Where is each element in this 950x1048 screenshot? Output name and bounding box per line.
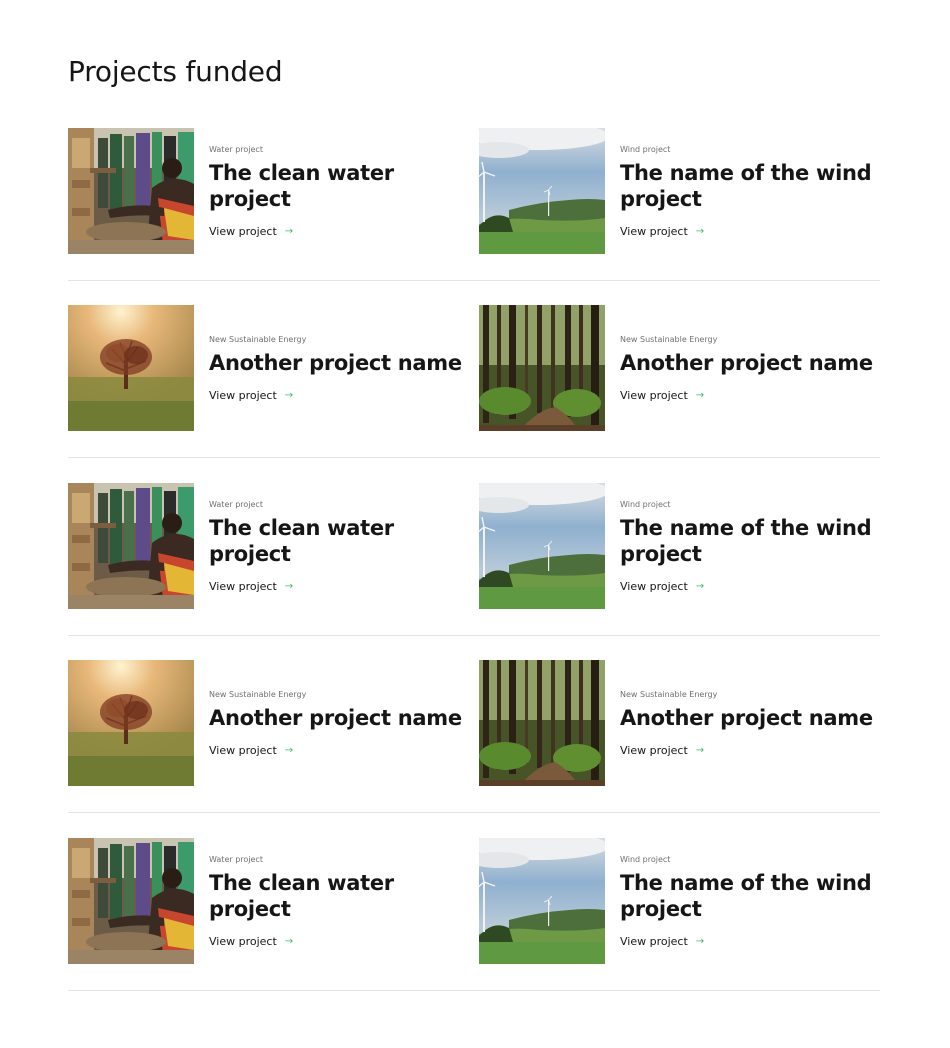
project-image[interactable] — [68, 305, 194, 431]
project-name: The clean water project — [209, 160, 394, 211]
view-project-link[interactable]: View project → — [209, 935, 293, 949]
project-category: Wind project — [620, 854, 671, 864]
project-card: New Sustainable Energy Another project na… — [68, 305, 469, 431]
arrow-right-icon: → — [284, 580, 294, 592]
view-project-label: View project — [209, 579, 277, 593]
project-card: New Sustainable Energy Another project na… — [479, 660, 880, 786]
project-row: Water project The clean water project View… — [68, 128, 880, 281]
project-card: New Sustainable Energy Another project na… — [479, 305, 880, 431]
view-project-label: View project — [620, 579, 688, 593]
view-project-link[interactable]: View project → — [620, 225, 704, 239]
view-project-link[interactable]: View project → — [620, 389, 704, 403]
project-category: Water project — [209, 144, 263, 154]
view-project-label: View project — [620, 224, 688, 238]
project-category: New Sustainable Energy — [209, 334, 307, 344]
view-project-label: View project — [620, 743, 688, 757]
project-card: Water project The clean water project View… — [68, 483, 469, 609]
project-image[interactable] — [479, 660, 605, 786]
project-name: The name of the wind project — [620, 870, 872, 921]
project-info: Wind project The name of the wind project… — [620, 499, 880, 594]
project-info: New Sustainable Energy Another project na… — [209, 334, 469, 403]
page-title: Projects funded — [68, 55, 283, 88]
arrow-right-icon: → — [284, 744, 294, 756]
view-project-label: View project — [209, 934, 277, 948]
view-project-link[interactable]: View project → — [209, 580, 293, 594]
project-name: Another project name — [620, 705, 873, 730]
project-info: New Sustainable Energy Another project na… — [620, 334, 880, 403]
projects-page: Projects funded Water project The clean w… — [0, 0, 950, 1048]
project-info: Wind project The name of the wind project… — [620, 854, 880, 949]
project-category: Wind project — [620, 144, 671, 154]
project-name: The clean water project — [209, 870, 394, 921]
project-category: Wind project — [620, 499, 671, 509]
view-project-label: View project — [209, 743, 277, 757]
arrow-right-icon: → — [695, 744, 705, 756]
project-card: Wind project The name of the wind project… — [479, 483, 880, 609]
project-name: The clean water project — [209, 515, 394, 566]
project-image[interactable] — [479, 305, 605, 431]
project-category: Water project — [209, 499, 263, 509]
project-row: Water project The clean water project View… — [68, 838, 880, 991]
project-image[interactable] — [479, 483, 605, 609]
project-name: Another project name — [209, 350, 462, 375]
project-image[interactable] — [68, 483, 194, 609]
project-card: New Sustainable Energy Another project na… — [68, 660, 469, 786]
project-category: Water project — [209, 854, 263, 864]
view-project-link[interactable]: View project → — [620, 580, 704, 594]
arrow-right-icon: → — [284, 935, 294, 947]
view-project-link[interactable]: View project → — [620, 935, 704, 949]
project-image[interactable] — [68, 838, 194, 964]
project-info: Wind project The name of the wind project… — [620, 144, 880, 239]
arrow-right-icon: → — [284, 225, 294, 237]
view-project-link[interactable]: View project → — [209, 225, 293, 239]
project-info: New Sustainable Energy Another project na… — [620, 689, 880, 758]
arrow-right-icon: → — [695, 225, 705, 237]
project-info: Water project The clean water project View… — [209, 499, 469, 594]
project-image[interactable] — [68, 128, 194, 254]
view-project-link[interactable]: View project → — [209, 389, 293, 403]
project-image[interactable] — [68, 660, 194, 786]
project-category: New Sustainable Energy — [620, 334, 718, 344]
project-image[interactable] — [479, 838, 605, 964]
view-project-link[interactable]: View project → — [209, 744, 293, 758]
project-name: The name of the wind project — [620, 160, 872, 211]
project-category: New Sustainable Energy — [209, 689, 307, 699]
project-image[interactable] — [479, 128, 605, 254]
project-name: Another project name — [620, 350, 873, 375]
arrow-right-icon: → — [695, 580, 705, 592]
view-project-label: View project — [620, 388, 688, 402]
view-project-label: View project — [620, 934, 688, 948]
project-card: Wind project The name of the wind project… — [479, 838, 880, 964]
view-project-label: View project — [209, 224, 277, 238]
project-card: Wind project The name of the wind project… — [479, 128, 880, 254]
project-row: Water project The clean water project View… — [68, 483, 880, 636]
project-card: Water project The clean water project View… — [68, 838, 469, 964]
project-info: Water project The clean water project View… — [209, 854, 469, 949]
project-row: New Sustainable Energy Another project na… — [68, 305, 880, 458]
project-row: New Sustainable Energy Another project na… — [68, 660, 880, 813]
project-name: Another project name — [209, 705, 462, 730]
arrow-right-icon: → — [284, 389, 294, 401]
view-project-label: View project — [209, 388, 277, 402]
project-name: The name of the wind project — [620, 515, 872, 566]
arrow-right-icon: → — [695, 935, 705, 947]
project-info: Water project The clean water project View… — [209, 144, 469, 239]
project-card: Water project The clean water project View… — [68, 128, 469, 254]
view-project-link[interactable]: View project → — [620, 744, 704, 758]
project-category: New Sustainable Energy — [620, 689, 718, 699]
arrow-right-icon: → — [695, 389, 705, 401]
project-info: New Sustainable Energy Another project na… — [209, 689, 469, 758]
